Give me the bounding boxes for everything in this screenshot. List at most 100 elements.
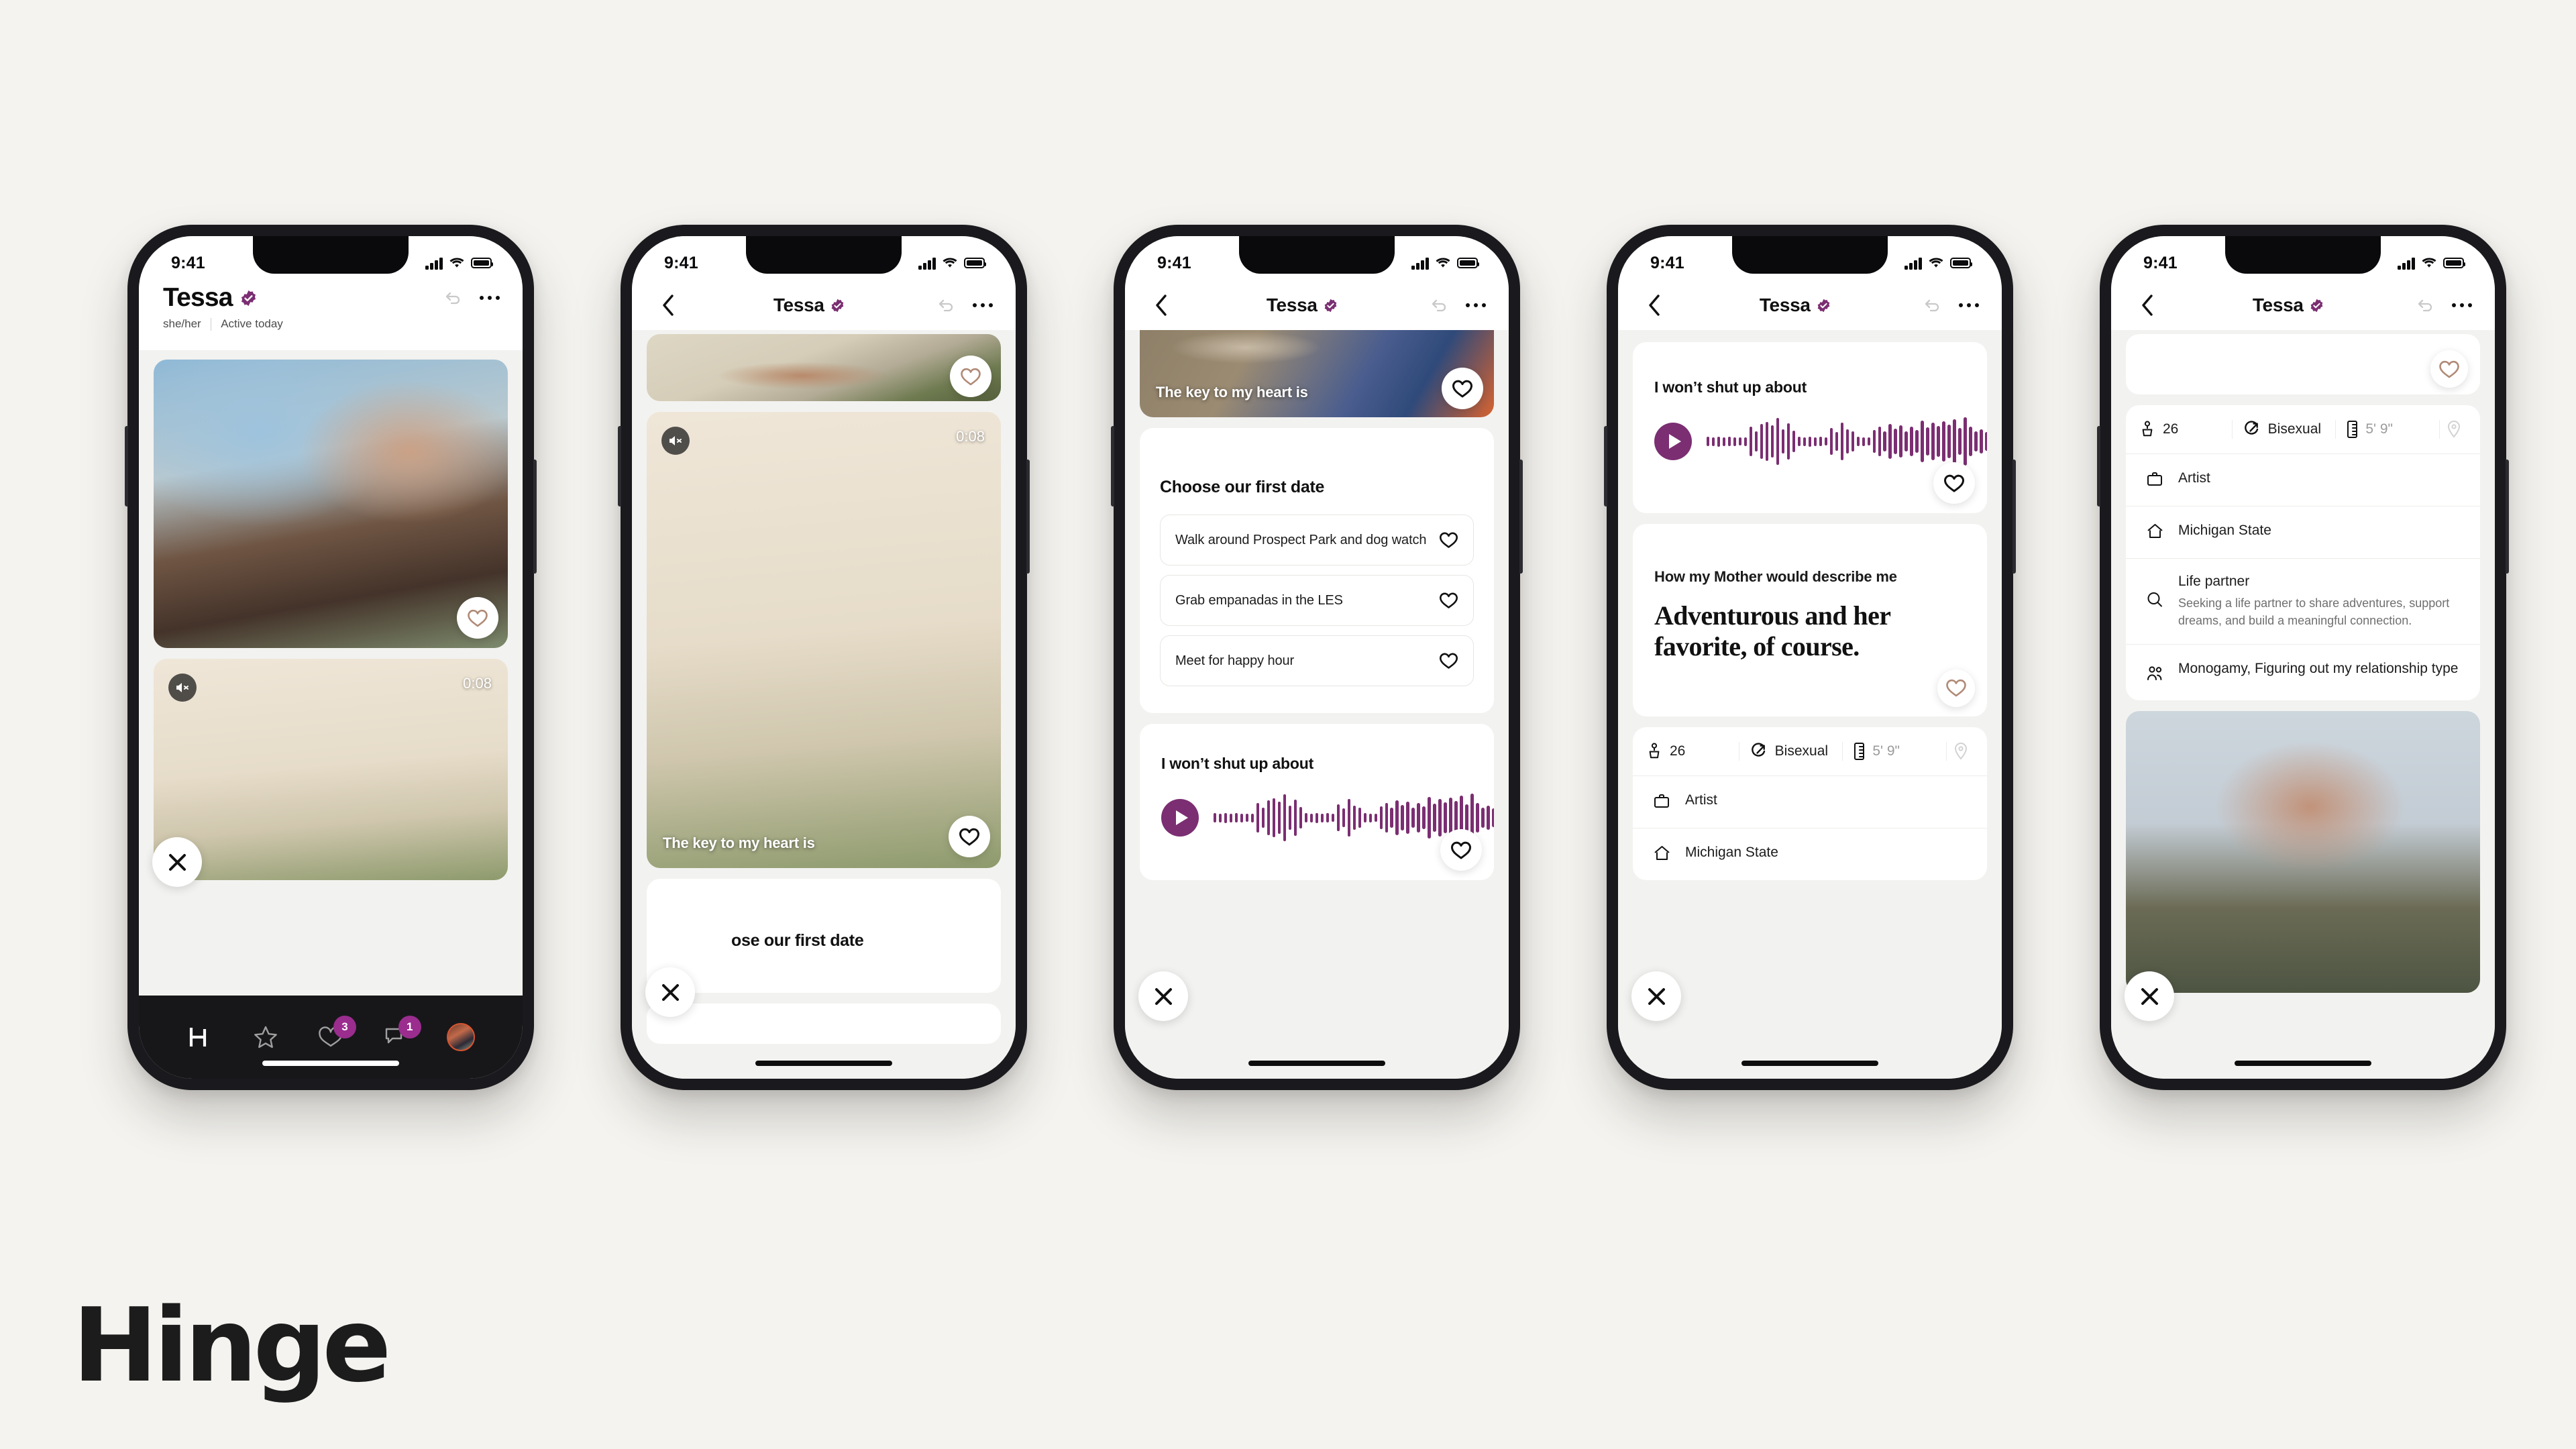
dislike-button[interactable] <box>2125 971 2174 1021</box>
profile-scroll-area[interactable]: 0:08 The key to my heart is ose our firs… <box>632 330 1016 1079</box>
poll-card[interactable]: ose our first date <box>647 879 1001 993</box>
next-card-peek[interactable] <box>647 1004 1001 1044</box>
profile-scroll-area[interactable]: 26 Bisexual 5' 9" Artist Michigan State … <box>2111 330 2495 1079</box>
phone-1-screen: 9:41 Tessa she/her Active today 0:08 3 1 <box>139 236 523 1079</box>
briefcase-icon <box>2147 472 2162 486</box>
back-button[interactable] <box>1641 294 1668 317</box>
profile-scroll-area[interactable]: I won’t shut up about How my Mother woul… <box>1618 330 2002 1079</box>
avatar <box>446 1023 475 1051</box>
photo-card[interactable] <box>2126 711 2480 994</box>
attribute-height: 5' 9" <box>2336 420 2440 439</box>
voice-player[interactable] <box>1161 794 1494 842</box>
like-voice-button[interactable] <box>1440 829 1482 871</box>
home-icon <box>2147 524 2163 538</box>
more-options-button[interactable] <box>972 303 993 308</box>
tab-standouts[interactable] <box>233 1017 299 1057</box>
verified-badge-icon <box>1817 299 1829 312</box>
dislike-button[interactable] <box>1138 971 1188 1021</box>
nav-actions <box>2416 297 2472 313</box>
heart-icon <box>1943 474 1965 492</box>
back-button[interactable] <box>2134 294 2161 317</box>
chevron-left-icon <box>1155 294 1167 316</box>
video-card[interactable]: The key to my heart is <box>1140 330 1494 417</box>
attribute-sexuality: Bisexual <box>1739 741 1843 761</box>
dislike-button[interactable] <box>152 837 202 887</box>
voice-prompt-card[interactable]: I won’t shut up about <box>1140 724 1494 880</box>
undo-button[interactable] <box>443 290 462 306</box>
attribute-intentions-sub: Seeking a life partner to share adventur… <box>2178 596 2450 627</box>
poll-option[interactable]: Meet for happy hour <box>1160 635 1474 686</box>
poll-option[interactable]: Grab empanadas in the LES <box>1160 575 1474 626</box>
profile-video <box>1140 330 1494 417</box>
undo-button[interactable] <box>936 297 955 313</box>
attributes-top-row: 26 Bisexual 5' 9" <box>1633 727 1987 775</box>
close-icon <box>1648 987 1665 1005</box>
heart-icon <box>1946 680 1966 697</box>
more-options-button[interactable] <box>479 295 500 301</box>
play-button[interactable] <box>1654 423 1692 460</box>
back-button[interactable] <box>655 294 682 317</box>
text-prompt-card[interactable]: How my Mother would describe me Adventur… <box>1633 524 1987 716</box>
page-title: Tessa <box>1759 294 1811 315</box>
poll-option-label: Meet for happy hour <box>1175 653 1295 668</box>
tab-profile[interactable] <box>428 1017 493 1057</box>
like-photo-button[interactable] <box>950 356 991 397</box>
status-time: 9:41 <box>1157 253 1191 272</box>
profile-scroll-area[interactable]: The key to my heart is Choose our first … <box>1125 330 1509 1079</box>
attributes-card[interactable]: 26 Bisexual 5' 9" <box>2126 405 2480 701</box>
nav-header: Tessa <box>632 280 1016 330</box>
voice-prompt-card[interactable]: I won’t shut up about <box>1633 342 1987 513</box>
back-button[interactable] <box>1148 294 1175 317</box>
voice-prompt-question: I won’t shut up about <box>1654 378 1807 396</box>
like-prompt-button[interactable] <box>2430 350 2468 388</box>
poll-card[interactable]: Choose our first date Walk around Prospe… <box>1140 428 1494 713</box>
voice-player[interactable] <box>1654 417 1987 466</box>
dislike-button[interactable] <box>645 967 695 1017</box>
video-card[interactable]: 0:08 <box>154 659 508 880</box>
dislike-button[interactable] <box>1631 971 1681 1021</box>
like-photo-button[interactable] <box>457 597 498 639</box>
tab-matches[interactable]: 1 <box>363 1016 428 1057</box>
undo-button[interactable] <box>2416 297 2434 313</box>
profile-meta: she/her Active today <box>163 317 500 331</box>
like-video-button[interactable] <box>1442 368 1483 409</box>
like-prompt-button[interactable] <box>1937 669 1975 707</box>
mute-icon <box>669 436 682 445</box>
tab-likes-you[interactable]: 3 <box>299 1016 364 1057</box>
play-button[interactable] <box>1161 799 1199 837</box>
undo-button[interactable] <box>1923 297 1941 313</box>
notch <box>2225 236 2381 274</box>
like-video-button[interactable] <box>949 816 990 857</box>
heart-icon[interactable] <box>1439 531 1458 549</box>
attribute-row-intentions: Life partner Seeking a life partner to s… <box>2126 558 2480 644</box>
profile-scroll-area[interactable]: 0:08 <box>139 350 523 996</box>
attribute-hometown-label: Michigan State <box>2178 523 2271 538</box>
photo-card[interactable] <box>647 334 1001 401</box>
attribute-sexuality: Bisexual <box>2233 420 2337 439</box>
photo-card[interactable] <box>154 360 508 648</box>
poll-option[interactable]: Walk around Prospect Park and dog watch <box>1160 515 1474 566</box>
prompt-card-peek[interactable] <box>2126 334 2480 394</box>
more-options-button[interactable] <box>1958 303 1979 308</box>
home-indicator <box>1248 1061 1385 1066</box>
nav-title-group: Tessa <box>1668 294 1923 316</box>
mute-button[interactable] <box>168 674 197 702</box>
more-options-button[interactable] <box>1465 303 1486 308</box>
attribute-row-job: Artist <box>1633 775 1987 828</box>
like-voice-button[interactable] <box>1933 462 1975 504</box>
battery-icon <box>471 258 494 268</box>
profile-photo-1 <box>154 360 508 648</box>
mute-button[interactable] <box>661 427 690 455</box>
home-icon-wrap <box>1653 843 1673 865</box>
heart-icon[interactable] <box>1439 652 1458 669</box>
attributes-card[interactable]: 26 Bisexual 5' 9" <box>1633 727 1987 880</box>
status-indicators <box>2398 257 2466 270</box>
page-title: Tessa <box>2252 294 2304 315</box>
undo-button[interactable] <box>1430 297 1448 313</box>
more-options-button[interactable] <box>2451 303 2472 308</box>
heart-icon[interactable] <box>1439 592 1458 609</box>
video-card[interactable]: 0:08 The key to my heart is <box>647 412 1001 868</box>
tab-discover[interactable] <box>168 1017 233 1057</box>
video-caption: The key to my heart is <box>1156 384 1308 400</box>
nav-header: Tessa <box>2111 280 2495 330</box>
